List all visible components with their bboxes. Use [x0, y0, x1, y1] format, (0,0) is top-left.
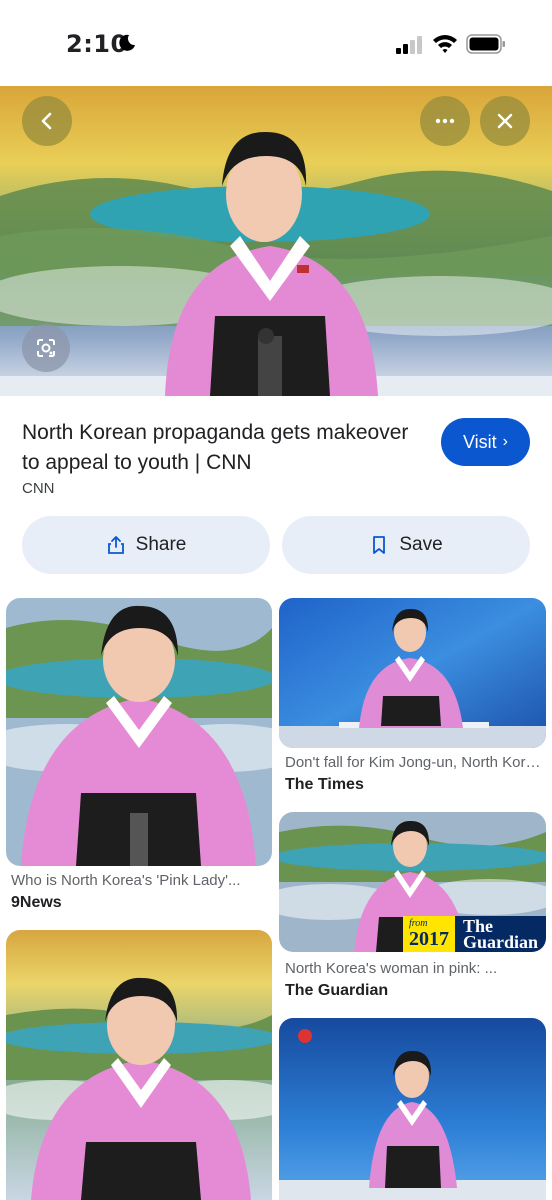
badge-name: The Guardian	[454, 916, 546, 952]
result-thumbnail[interactable]	[279, 1018, 546, 1200]
wifi-icon	[433, 35, 457, 53]
hero-image[interactable]	[0, 86, 552, 396]
share-button[interactable]: Share	[22, 516, 270, 574]
card-caption: Don't fall for Kim Jong-un, North Korea.…	[285, 754, 541, 771]
badge-year: 2017	[408, 928, 449, 950]
close-icon	[497, 113, 513, 129]
result-thumbnail[interactable]	[279, 598, 546, 748]
visit-button[interactable]: Visit ›	[441, 418, 530, 466]
card-source: The Guardian	[285, 982, 389, 999]
back-button[interactable]	[22, 96, 72, 146]
lens-icon	[37, 339, 55, 357]
card-caption: Who is North Korea's 'Pink Lady'...	[11, 872, 241, 889]
badge-name-line-2: Guardian	[462, 932, 538, 952]
save-button[interactable]: Save	[282, 516, 530, 574]
image-result-card[interactable]	[6, 930, 272, 1200]
moon-icon	[119, 34, 135, 51]
signal-icon	[396, 36, 422, 54]
thumbnail-image	[6, 930, 272, 1200]
visit-label: Visit	[462, 431, 497, 452]
more-icon	[435, 118, 455, 124]
status-bar: 2:10	[0, 0, 552, 86]
image-result-card[interactable]: from 2017 The Guardian North Korea's wom…	[279, 812, 546, 1006]
hero-scene	[0, 86, 552, 396]
guardian-badge: from 2017 The Guardian	[402, 916, 546, 952]
lens-button[interactable]	[22, 324, 70, 372]
image-result-card[interactable]: Don't fall for Kim Jong-un, North Korea.…	[279, 598, 546, 798]
more-options-button[interactable]	[420, 96, 470, 146]
thumbnail-image	[279, 598, 546, 748]
image-result-card[interactable]: Who is North Korea's 'Pink Lady'... 9New…	[6, 598, 272, 918]
result-source: CNN	[22, 480, 55, 497]
result-thumbnail[interactable]	[6, 598, 272, 866]
image-result-card[interactable]	[279, 1018, 546, 1200]
result-title[interactable]: North Korean propaganda gets makeover to…	[22, 418, 422, 478]
thumbnail-image	[279, 1018, 546, 1200]
card-caption: North Korea's woman in pink: ...	[285, 960, 498, 977]
bookmark-icon	[373, 536, 386, 554]
result-thumbnail[interactable]	[6, 930, 272, 1200]
close-button[interactable]	[480, 96, 530, 146]
chevron-right-icon: ›	[502, 433, 508, 450]
result-thumbnail[interactable]: from 2017 The Guardian	[279, 812, 546, 952]
share-icon	[107, 536, 124, 554]
battery-icon	[466, 34, 505, 54]
card-source: 9News	[11, 894, 62, 911]
save-label: Save	[399, 534, 443, 555]
thumbnail-image	[6, 598, 272, 866]
back-arrow-icon	[41, 112, 52, 130]
share-label: Share	[135, 534, 187, 555]
badge-year-block: from 2017	[402, 916, 455, 952]
card-source: The Times	[285, 776, 364, 793]
